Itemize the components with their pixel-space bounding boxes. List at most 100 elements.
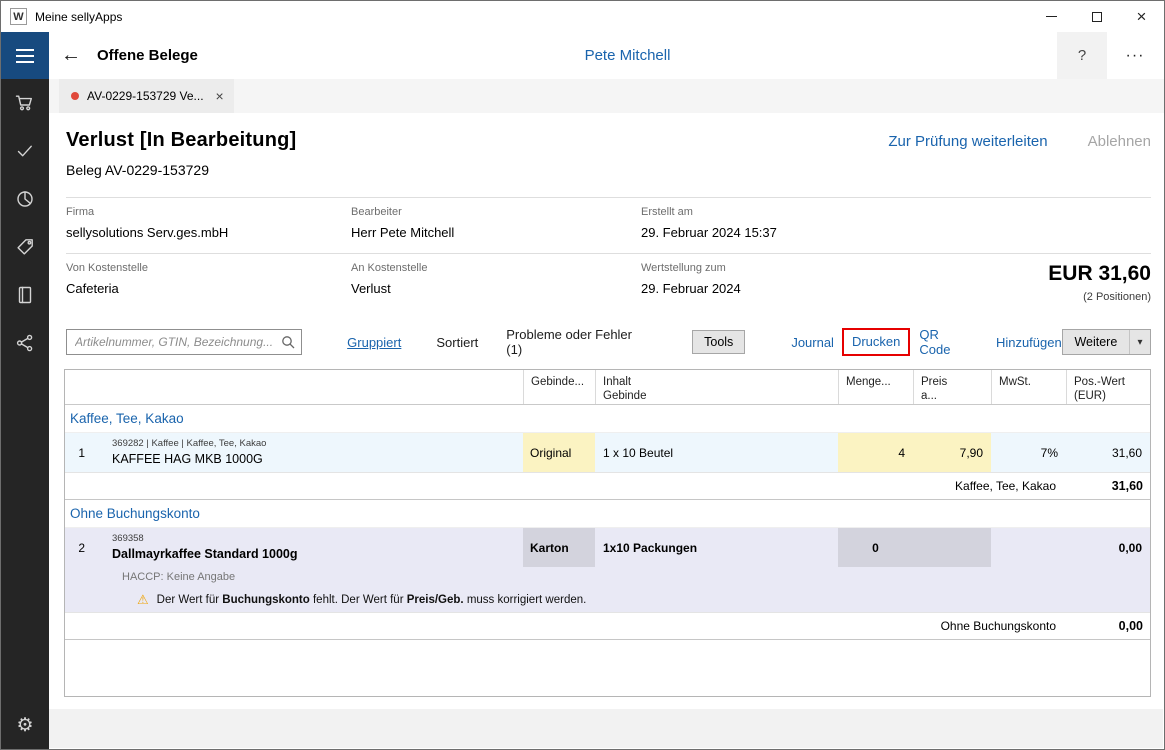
chevron-down-icon: ▾: [1129, 330, 1150, 354]
group-header-ohne-buchungskonto[interactable]: Ohne Buchungskonto: [65, 500, 1150, 528]
app-header: ← Offene Belege Pete Mitchell ? ···: [1, 32, 1164, 79]
reject-link[interactable]: Ablehnen: [1088, 133, 1151, 150]
article-toolbar: Gruppiert Sortiert Probleme oder Fehler …: [66, 328, 1151, 356]
weitere-label: Weitere: [1063, 335, 1129, 349]
haccp-note: HACCP: Keine Angabe: [90, 567, 1150, 587]
field-value: Cafeteria: [66, 281, 351, 296]
tab-strip: AV-0229-153729 Ve... ×: [49, 79, 1164, 113]
field-row-1: Firma sellysolutions Serv.ges.mbH Bearbe…: [66, 198, 1151, 253]
col-header-article: [90, 370, 523, 404]
sidebar-item-journal[interactable]: [1, 271, 49, 319]
document-content: Verlust [In Bearbeitung] Zur Prüfung wei…: [49, 113, 1164, 749]
journal-link[interactable]: Journal: [791, 335, 834, 350]
gebinde-cell[interactable]: Karton: [523, 528, 595, 567]
col-header-pos-wert[interactable]: Pos.-Wert (EUR): [1066, 370, 1150, 404]
user-name[interactable]: Pete Mitchell: [49, 47, 1164, 64]
article-search[interactable]: [66, 329, 302, 355]
drucken-highlight-box: Drucken: [842, 328, 910, 356]
tab-close-icon[interactable]: ×: [216, 88, 224, 104]
group-subtotal-kaffee: Kaffee, Tee, Kakao 31,60: [65, 472, 1150, 500]
help-button[interactable]: ?: [1057, 32, 1107, 79]
article-meta: 369358: [112, 533, 144, 545]
sortiert-toggle[interactable]: Sortiert: [436, 335, 478, 350]
preis-cell[interactable]: 7,90: [913, 433, 991, 472]
sidebar-item-share[interactable]: [1, 319, 49, 367]
validation-warning: ⚠ Der Wert für Buchungskonto fehlt. Der …: [65, 587, 1150, 612]
tab-document[interactable]: AV-0229-153729 Ve... ×: [59, 79, 234, 113]
article-meta: 369282 | Kaffee | Kaffee, Tee, Kakao: [112, 438, 266, 450]
field-bearbeiter: Bearbeiter Herr Pete Mitchell: [351, 206, 641, 240]
row-number: 1: [65, 433, 90, 472]
weitere-dropdown-button[interactable]: Weitere ▾: [1062, 329, 1151, 355]
tab-label: AV-0229-153729 Ve...: [87, 89, 204, 103]
problems-filter[interactable]: Probleme oder Fehler (1): [506, 327, 647, 357]
menge-cell[interactable]: 0: [838, 528, 913, 567]
sidebar-item-tasks[interactable]: [1, 127, 49, 175]
close-button[interactable]: ×: [1119, 1, 1164, 32]
maximize-button[interactable]: [1074, 1, 1119, 32]
search-input[interactable]: [75, 335, 281, 349]
document-number: Beleg AV-0229-153729: [66, 162, 1151, 178]
warning-text: Der Wert für Buchungskonto fehlt. Der We…: [157, 594, 587, 606]
position-count: (2 Positionen): [871, 291, 1151, 303]
col-header-gebinde[interactable]: Gebinde...: [523, 370, 595, 404]
menge-cell[interactable]: 4: [838, 433, 913, 472]
field-wertstellung: Wertstellung zum 29. Februar 2024: [641, 262, 871, 303]
total-amount: EUR 31,60: [871, 262, 1151, 286]
group-subtotal-ohne-buchungskonto: Ohne Buchungskonto 0,00: [65, 612, 1150, 640]
app-window: W Meine sellyApps × ← Offene Belege Pete…: [0, 0, 1165, 750]
article-row-2-block: 2 369358 Dallmayrkaffee Standard 1000g K…: [65, 528, 1150, 612]
book-icon: [15, 285, 35, 305]
preis-cell[interactable]: [913, 528, 991, 567]
field-erstellt-am: Erstellt am 29. Februar 2024 15:37: [641, 206, 1151, 240]
field-value: 29. Februar 2024 15:37: [641, 225, 1151, 240]
minimize-icon: [1046, 16, 1057, 17]
title-bar: W Meine sellyApps ×: [1, 1, 1164, 32]
drucken-link[interactable]: Drucken: [852, 334, 900, 349]
gebinde-cell[interactable]: Original: [523, 433, 595, 472]
qr-code-link[interactable]: QR Code: [919, 327, 972, 357]
sidebar-item-settings[interactable]: ⚙: [1, 701, 49, 749]
col-header-preis[interactable]: Preis a...: [913, 370, 991, 404]
group-header-kaffee[interactable]: Kaffee, Tee, Kakao: [65, 405, 1150, 433]
sidebar: ⚙: [1, 79, 49, 749]
col-header-inhalt[interactable]: Inhalt Gebinde: [595, 370, 838, 404]
sidebar-item-cart[interactable]: [1, 79, 49, 127]
field-label: Von Kostenstelle: [66, 262, 351, 274]
share-icon: [15, 333, 35, 353]
hamburger-menu-button[interactable]: [1, 32, 49, 79]
col-header-mwst[interactable]: MwSt.: [991, 370, 1066, 404]
sidebar-item-statistics[interactable]: [1, 175, 49, 223]
article-row-1[interactable]: 1 369282 | Kaffee | Kaffee, Tee, Kakao K…: [65, 433, 1150, 472]
search-icon[interactable]: [281, 335, 295, 349]
haccp-row: HACCP: Keine Angabe: [65, 567, 1150, 587]
tools-button[interactable]: Tools: [692, 330, 745, 354]
col-header-menge[interactable]: Menge...: [838, 370, 913, 404]
hinzufuegen-link[interactable]: Hinzufügen: [996, 335, 1062, 350]
field-von-kostenstelle: Von Kostenstelle Cafeteria: [66, 262, 351, 303]
field-label: Firma: [66, 206, 351, 218]
field-label: An Kostenstelle: [351, 262, 641, 274]
gruppiert-toggle[interactable]: Gruppiert: [347, 335, 401, 350]
subtotal-value: 31,60: [1066, 473, 1150, 499]
field-row-2: Von Kostenstelle Cafeteria An Kostenstel…: [66, 254, 1151, 313]
forward-for-review-link[interactable]: Zur Prüfung weiterleiten: [888, 133, 1047, 150]
field-label: Wertstellung zum: [641, 262, 871, 274]
col-header-num: [65, 370, 90, 404]
more-options-button[interactable]: ···: [1109, 32, 1161, 79]
document-title: Verlust [In Bearbeitung]: [66, 129, 296, 152]
subtotal-label: Ohne Buchungskonto: [65, 613, 1066, 639]
mwst-cell: [991, 528, 1066, 567]
footer-strip: [49, 709, 1163, 748]
window-title: Meine sellyApps: [35, 10, 122, 24]
article-table: Gebinde... Inhalt Gebinde Menge... Preis…: [64, 369, 1151, 697]
check-icon: [15, 141, 35, 161]
article-row-2[interactable]: 2 369358 Dallmayrkaffee Standard 1000g K…: [65, 528, 1150, 567]
pos-wert-cell: 0,00: [1066, 528, 1150, 567]
document-total: EUR 31,60 (2 Positionen): [871, 262, 1151, 303]
article-description: 369282 | Kaffee | Kaffee, Tee, Kakao KAF…: [90, 433, 523, 472]
row-number: 2: [65, 528, 90, 567]
minimize-button[interactable]: [1029, 1, 1074, 32]
sidebar-item-labels[interactable]: [1, 223, 49, 271]
field-firma: Firma sellysolutions Serv.ges.mbH: [66, 206, 351, 240]
